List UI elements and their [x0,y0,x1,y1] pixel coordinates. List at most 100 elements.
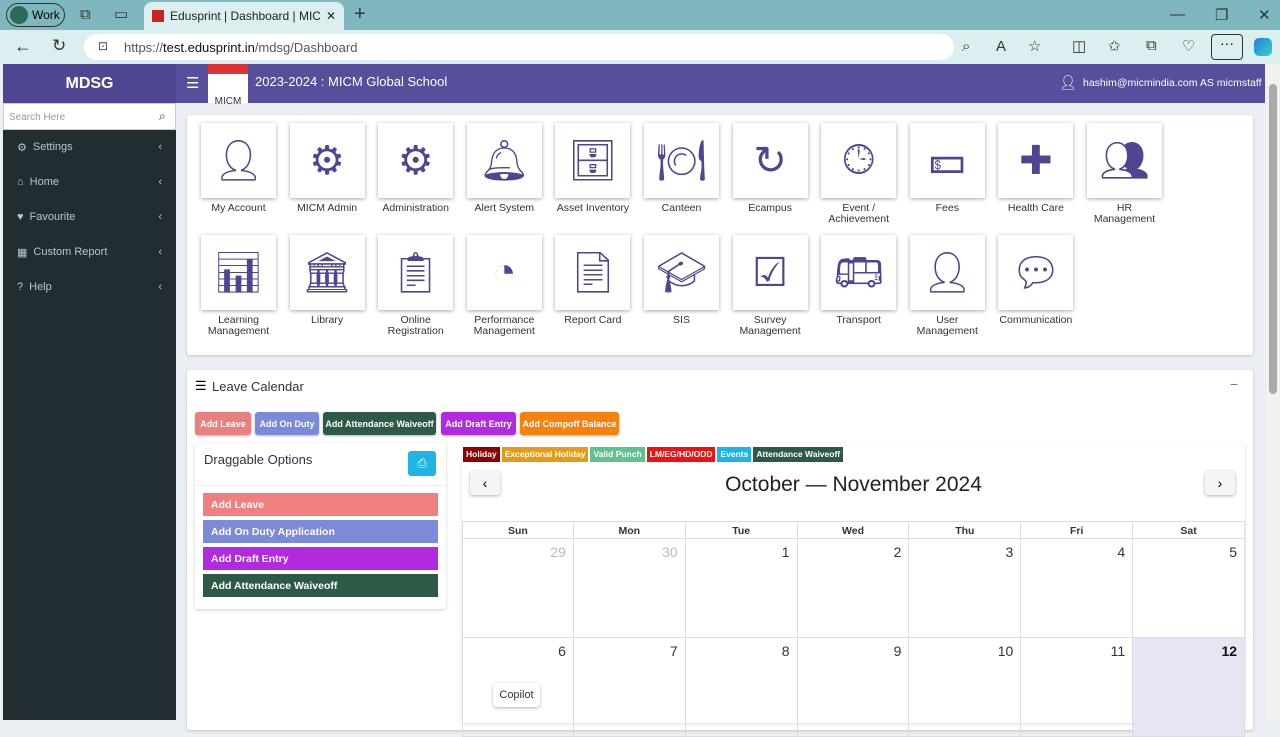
legend-holiday: Holiday [463,447,500,462]
question-icon: ? [17,281,24,293]
print-button[interactable]: ⎙ [408,451,436,476]
calendar-day[interactable]: 4 [1021,539,1134,638]
sidebar-item-custom-report[interactable]: ▦ Custom Report ‹ [3,237,176,267]
favicon-icon [152,10,164,22]
calendar-day[interactable]: 9 [797,638,910,737]
app-header: MDSG ☰ MICM 2023-2024 : MICM Global Scho… [3,64,1265,107]
draggable-add-leave[interactable]: Add Leave [203,493,438,516]
module-fees[interactable]: 💵︎ Fees [909,123,985,214]
draggable-add-on-duty-application[interactable]: Add On Duty Application [203,520,438,543]
user-icon[interactable]: 👤︎ [1059,74,1077,91]
calendar-day[interactable]: 10 [909,638,1022,737]
draggable-add-draft-entry[interactable]: Add Draft Entry [203,547,438,570]
school-title: 2023-2024 : MICM Global School [255,74,448,89]
print-icon: ⎙ [417,456,427,470]
module-user-management[interactable]: 👤︎ User Management [909,235,985,337]
module-transport[interactable]: 🚌︎ Transport [821,235,897,326]
close-window-icon[interactable]: ✕ [1258,6,1271,24]
calendar-day[interactable]: 11 [1021,638,1134,737]
btn-add-on-duty[interactable]: Add On Duty [255,412,319,435]
active-tab[interactable]: Edusprint | Dashboard | MICM De✕ [144,2,344,30]
search-icon[interactable]: ⌕ [159,109,166,124]
legend-attendance-waiveoff: Attendance Waiveoff [753,447,844,462]
library-icon: 🏛︎ [301,251,353,295]
workspaces-icon[interactable]: ⧉ [80,6,91,23]
module-communication[interactable]: 💬︎ Communication [998,235,1074,326]
btn-add-compoff-balance[interactable]: Add Compoff Balance [520,412,619,435]
btn-add-leave[interactable]: Add Leave [195,412,251,435]
sidebar-search-input[interactable]: Search Here [3,103,176,130]
module-sis[interactable]: 🎓︎ SIS [644,235,719,326]
calendar-day[interactable]: 2 [797,539,910,638]
scrollbar-thumb[interactable] [1269,84,1277,394]
favorites-icon[interactable]: ✩ [1108,37,1121,55]
calendar-day[interactable]: 8 [685,638,798,737]
legend-lm-eg-hd-odd: LM/EG/HD/ODD [646,447,716,462]
calendar-day[interactable]: 1 [685,539,798,638]
module-performance-management[interactable]: ◔︎ Performance Management [466,235,542,337]
maximize-icon[interactable]: ❐ [1215,6,1228,24]
weekday-thu: Thu [909,521,1022,539]
page-scrollbar[interactable] [1266,64,1280,720]
calendar-day[interactable]: 7 [573,638,686,737]
collapse-icon[interactable]: − [1230,376,1238,392]
split-screen-icon[interactable]: ◫ [1072,37,1086,55]
module-library[interactable]: 🏛︎ Library [289,235,365,326]
module-event-achievement[interactable]: 🕒︎ Event / Achievement [821,123,897,225]
module-survey-management[interactable]: ☑︎ Survey Management [732,235,808,337]
btn-add-attendance-waiveoff[interactable]: Add Attendance Waiveoff [323,412,436,435]
close-tab-icon[interactable]: ✕ [326,9,336,23]
module-alert-system[interactable]: 🔔︎ Alert System [466,123,542,214]
browser-tab-bar: Work ⧉ ▭ Edusprint | Dashboard | MICM De… [0,0,1280,30]
back-icon[interactable]: ← [14,36,32,57]
new-tab-icon[interactable]: + [354,3,366,26]
calendar-day-today[interactable]: 12 [1133,638,1246,737]
module-online-registration[interactable]: 📋︎ Online Registration [378,235,454,337]
lock-icon[interactable]: ⊡ [98,39,108,53]
sidebar-item-help[interactable]: ? Help ‹ [3,272,176,302]
sidebar-item-home[interactable]: ⌂ Home ‹ [3,167,176,197]
module-micm-admin[interactable]: ⚙︎ MICM Admin [289,123,365,214]
tab-actions-icon[interactable]: ▭ [114,5,128,23]
calendar-day[interactable]: 5 [1133,539,1246,638]
zoom-icon[interactable]: ⌕ [962,38,970,55]
browser-essentials-icon[interactable]: ♡ [1182,37,1195,55]
favorite-icon[interactable]: ☆ [1028,37,1041,55]
module-ecampus[interactable]: ↻︎ Ecampus [732,123,808,214]
chevron-left-icon: ‹ [158,176,162,188]
url-text[interactable]: https://test.edusprint.in/mdsg/Dashboard [124,40,357,56]
module-canteen[interactable]: 🍽︎ Canteen [644,123,719,214]
module-asset-inventory[interactable]: 🗄︎ Asset Inventory [555,123,631,214]
user-management-icon: 👤︎ [921,251,973,295]
module-health-care[interactable]: ✚︎ Health Care [998,123,1074,214]
table-icon: ▦ [17,246,28,259]
legend-exceptional-holiday: Exceptional Holiday [501,447,589,462]
profile-button[interactable]: Work [6,3,65,27]
hr-management-icon: 👥︎ [1099,139,1150,183]
collections-icon[interactable]: ⧉ [1146,37,1157,54]
user-account[interactable]: hashim@micmindia.com AS micmstaff [1083,77,1262,89]
performance-management-icon: ◔︎ [492,250,517,294]
module-report-card[interactable]: 📄︎ Report Card [555,235,631,326]
refresh-icon[interactable]: ↻ [52,36,66,56]
communication-icon: 💬︎ [1010,251,1062,295]
calendar-day[interactable]: 3 [909,539,1022,638]
calendar-day[interactable]: 30 [573,539,686,638]
sidebar-item-settings[interactable]: ⚙ Settings ‹ [3,132,176,162]
sidebar-item-favourite[interactable]: ♥ Favourite ‹ [3,202,176,232]
administration-icon: ⚙︎ [397,138,434,183]
read-aloud-icon[interactable]: A [996,38,1006,55]
btn-add-draft-entry[interactable]: Add Draft Entry [441,412,516,435]
minimize-icon[interactable]: — [1170,6,1185,23]
draggable-add-attendance-waiveoff[interactable]: Add Attendance Waiveoff [203,574,438,597]
copilot-icon[interactable] [1254,38,1272,56]
menu-toggle-icon[interactable]: ☰ [186,74,199,92]
module-administration[interactable]: ⚙︎ Administration [378,123,454,214]
module-hr-management[interactable]: 👥︎ HR Management [1087,123,1162,225]
more-menu-icon[interactable]: ··· [1211,34,1243,60]
copilot-button[interactable]: Copilot [493,683,540,707]
report-card-icon: 📄︎ [567,251,619,295]
module-my-account[interactable]: 👤︎ My Account [201,123,276,214]
calendar-day[interactable]: 29 [462,539,574,638]
module-learning-management[interactable]: 📊︎ Learning Management [201,235,276,337]
